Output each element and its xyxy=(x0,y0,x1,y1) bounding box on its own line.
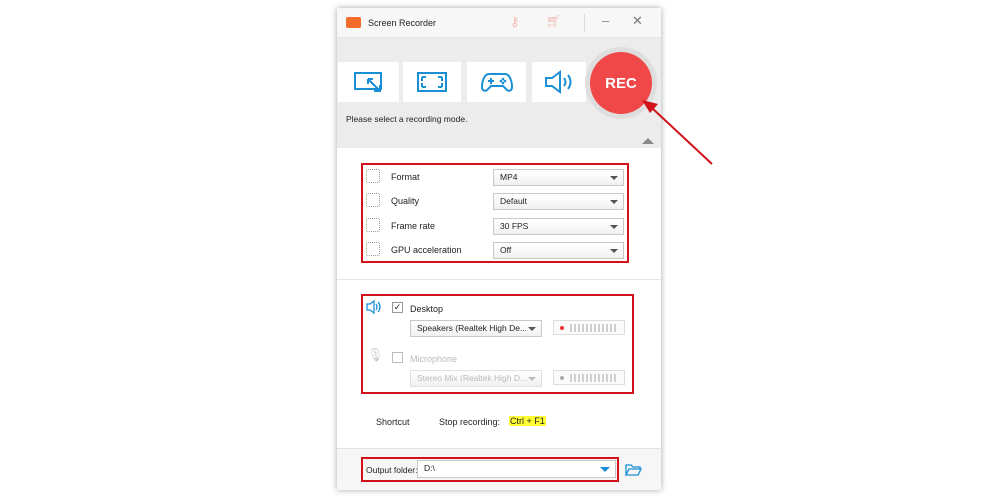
key-icon[interactable]: ⚷ xyxy=(510,14,520,30)
setting-value: Default xyxy=(500,196,527,206)
region-mode-button[interactable] xyxy=(338,62,399,102)
cart-icon[interactable]: 🛒︎ xyxy=(546,14,561,28)
stop-recording-label: Stop recording: xyxy=(439,417,501,427)
setting-value: MP4 xyxy=(500,172,518,182)
microphone-icon: 🎙︎ xyxy=(367,347,384,362)
rec-button[interactable]: REC xyxy=(590,52,652,114)
microphone-device-dropdown[interactable]: Stereo Mix (Realtek High D... xyxy=(410,370,542,387)
fullscreen-icon xyxy=(417,72,447,92)
desktop-speaker-icon xyxy=(366,300,381,314)
setting-dropdown[interactable]: Off xyxy=(493,242,624,259)
setting-label: Quality xyxy=(391,196,420,206)
desktop-device-dropdown[interactable]: Speakers (Realtek High De... xyxy=(410,320,542,337)
desktop-level-meter xyxy=(553,320,625,335)
close-button[interactable]: ✕ xyxy=(632,13,643,29)
fullscreen-mode-button[interactable] xyxy=(403,62,461,102)
microphone-checkbox[interactable] xyxy=(392,352,403,363)
speaker-icon xyxy=(545,70,572,94)
setting-label: GPU acceleration xyxy=(391,245,462,255)
divider xyxy=(337,279,661,280)
minimize-button[interactable]: – xyxy=(602,13,609,28)
desktop-label: Desktop xyxy=(410,304,444,314)
region-icon xyxy=(353,72,382,92)
shortcut-keys: Ctrl + F1 xyxy=(509,416,546,426)
microphone-label: Microphone xyxy=(410,354,458,364)
app-logo-icon xyxy=(346,17,361,28)
microphone-device-value: Stereo Mix (Realtek High D... xyxy=(417,373,528,383)
collapse-triangle-icon[interactable] xyxy=(642,138,654,144)
game-mode-button[interactable] xyxy=(467,62,526,102)
output-folder-value: D:\ xyxy=(424,463,435,473)
title-bar: Screen Recorder ⚷ 🛒︎ – ✕ xyxy=(337,8,661,38)
open-folder-icon[interactable] xyxy=(625,463,642,476)
setting-label: Format xyxy=(391,172,420,182)
format-gear-icon xyxy=(366,169,380,183)
gamepad-icon xyxy=(480,73,513,92)
screen-recorder-window: Screen Recorder ⚷ 🛒︎ – ✕ REC Please sele… xyxy=(337,8,661,490)
divider xyxy=(584,14,585,32)
setting-dropdown[interactable]: MP4 xyxy=(493,169,624,186)
quality-dots-icon xyxy=(366,193,380,207)
setting-value: Off xyxy=(500,245,512,255)
window-title: Screen Recorder xyxy=(368,18,437,28)
microphone-level-meter xyxy=(553,370,625,385)
output-folder-label: Output folder: xyxy=(366,465,418,475)
setting-label: Frame rate xyxy=(391,221,436,231)
desktop-checkbox[interactable]: ✓ xyxy=(392,302,403,313)
mode-panel: REC Please select a recording mode. xyxy=(337,38,661,148)
audio-mode-button[interactable] xyxy=(532,62,586,102)
setting-dropdown[interactable]: Default xyxy=(493,193,624,210)
setting-dropdown[interactable]: 30 FPS xyxy=(493,218,624,235)
chip-icon xyxy=(366,242,380,256)
shortcut-label: Shortcut xyxy=(376,417,410,427)
output-folder-input[interactable]: D:\ xyxy=(417,460,616,478)
setting-value: 30 FPS xyxy=(500,221,529,231)
mode-hint: Please select a recording mode. xyxy=(346,114,468,124)
frame-rate-icon xyxy=(366,218,380,232)
desktop-device-value: Speakers (Realtek High De... xyxy=(417,323,528,333)
